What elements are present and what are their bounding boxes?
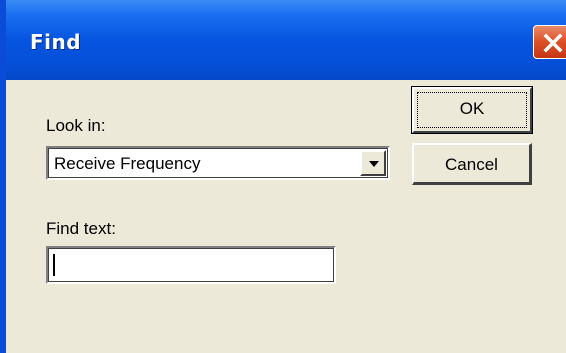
dropdown-button[interactable] <box>360 150 386 176</box>
close-button[interactable] <box>533 25 566 59</box>
look-in-label: Look in: <box>46 116 106 135</box>
text-caret <box>53 254 55 276</box>
find-dialog: Find Look in: Receive Frequency Find tex… <box>0 0 566 353</box>
title-bar[interactable]: Find <box>6 0 566 80</box>
chevron-down-icon <box>369 161 379 167</box>
look-in-select[interactable]: Receive Frequency <box>46 146 390 180</box>
cancel-button-label: Cancel <box>445 155 498 174</box>
ok-button[interactable]: OK <box>411 86 533 134</box>
find-text-input[interactable] <box>46 246 336 284</box>
close-icon <box>543 33 563 53</box>
focus-rectangle <box>417 92 527 128</box>
window-title: Find <box>30 30 82 54</box>
cancel-button[interactable]: Cancel <box>412 143 532 185</box>
find-text-label: Find text: <box>46 219 116 238</box>
look-in-selected-value: Receive Frequency <box>54 154 201 173</box>
